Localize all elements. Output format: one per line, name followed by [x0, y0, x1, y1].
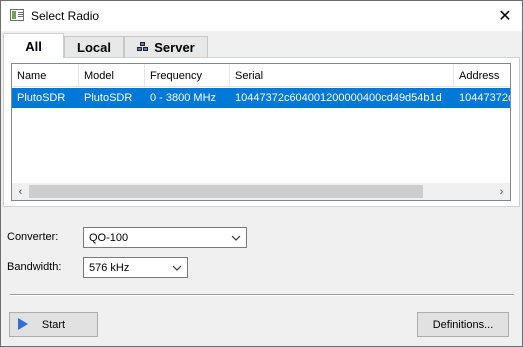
device-model-cell: PlutoSDR	[84, 92, 133, 104]
title-bar[interactable]: Select Radio ✕	[1, 1, 522, 31]
close-button[interactable]: ✕	[488, 1, 522, 31]
bandwidth-label: Bandwidth:	[7, 261, 62, 273]
play-icon	[18, 318, 28, 330]
separator	[10, 294, 514, 296]
tab-server[interactable]: Server	[124, 36, 208, 57]
tab-all-label: All	[25, 38, 42, 54]
device-list-header: Name Model Frequency Serial Address	[12, 64, 510, 87]
select-radio-dialog: Select Radio ✕ All Local Server Name Mod…	[0, 0, 523, 347]
device-list[interactable]: Name Model Frequency Serial Address Plut…	[11, 63, 511, 201]
column-header-model[interactable]: Model	[79, 64, 145, 87]
window-title: Select Radio	[31, 9, 100, 23]
bandwidth-select[interactable]: 576 kHz	[83, 257, 188, 278]
scroll-right-icon[interactable]: ›	[493, 183, 510, 200]
device-row[interactable]: PlutoSDR PlutoSDR 0 - 3800 MHz 10447372c…	[12, 88, 510, 108]
device-frequency-cell: 0 - 3800 MHz	[150, 92, 217, 104]
device-serial-cell: 10447372c604001200000400cd49d54b1d	[235, 92, 442, 104]
column-header-name[interactable]: Name	[12, 64, 79, 87]
chevron-down-icon	[169, 260, 184, 275]
converter-select[interactable]: QO-100	[83, 227, 247, 248]
device-address-cell: 10447372c6	[459, 92, 510, 104]
chevron-down-icon	[228, 230, 243, 245]
converter-label: Converter:	[7, 231, 59, 243]
tab-all[interactable]: All	[3, 33, 64, 58]
column-header-serial[interactable]: Serial	[230, 64, 454, 87]
column-header-address[interactable]: Address	[454, 64, 510, 87]
start-button[interactable]: Start	[9, 312, 98, 337]
definitions-label: Definitions...	[432, 318, 494, 331]
device-name-cell: PlutoSDR	[17, 92, 66, 104]
start-label: Start	[41, 318, 66, 331]
horizontal-scrollbar[interactable]: ‹ ›	[12, 183, 510, 200]
tab-panel: Name Model Frequency Serial Address Plut…	[3, 57, 520, 207]
scroll-left-icon[interactable]: ‹	[12, 183, 29, 200]
app-window-icon	[10, 9, 24, 21]
scrollbar-thumb[interactable]	[29, 185, 423, 198]
network-icon	[137, 42, 149, 52]
definitions-button[interactable]: Definitions...	[417, 312, 509, 337]
tab-local-label: Local	[77, 39, 111, 55]
tab-server-label: Server	[154, 39, 195, 55]
converter-value: QO-100	[89, 231, 129, 244]
column-header-frequency[interactable]: Frequency	[145, 64, 230, 87]
tab-local[interactable]: Local	[64, 36, 124, 57]
bandwidth-value: 576 kHz	[89, 261, 130, 274]
